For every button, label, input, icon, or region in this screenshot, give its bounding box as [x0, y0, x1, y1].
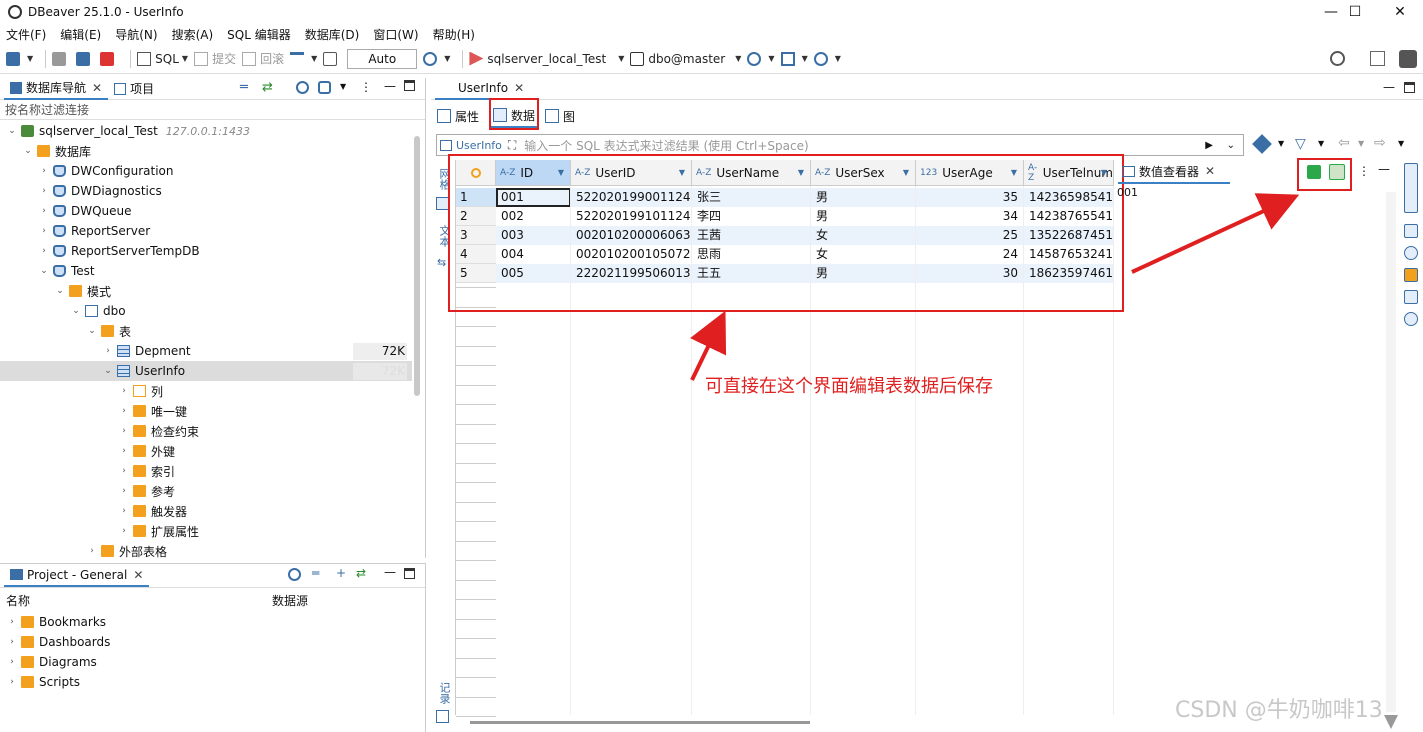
annotation-arrows: [690, 193, 1300, 381]
annotation-text: 可直接在这个界面编辑表数据后保存: [705, 376, 993, 397]
arrow-to-save: [1131, 193, 1300, 274]
arrow-to-grid: [690, 310, 727, 381]
watermark: CSDN @牛奶咖啡13: [1175, 698, 1383, 723]
